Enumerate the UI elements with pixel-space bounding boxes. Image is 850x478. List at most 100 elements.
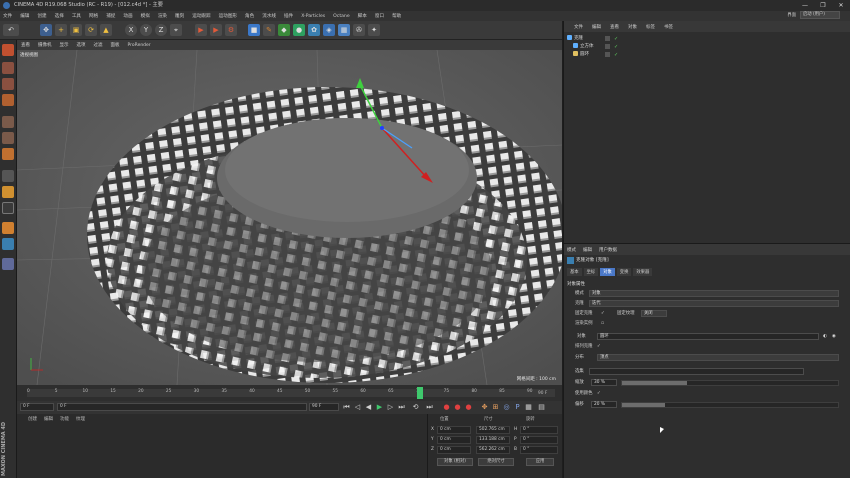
y-axis-icon[interactable]: Y bbox=[140, 24, 152, 36]
menu-item-19[interactable]: 窗口 bbox=[375, 13, 384, 19]
step-forward-icon[interactable]: ▷ bbox=[386, 403, 395, 412]
prev-key-icon[interactable]: ◁ bbox=[353, 403, 362, 412]
offset-slider[interactable] bbox=[621, 402, 839, 408]
move-icon[interactable]: + bbox=[55, 24, 67, 36]
object-row[interactable]: 克隆 ✓ bbox=[567, 35, 837, 43]
material-menu-texture[interactable]: 纹理 bbox=[76, 416, 85, 422]
axis-mode-icon[interactable] bbox=[2, 170, 14, 182]
goto-start-icon[interactable]: ⏮ bbox=[342, 403, 351, 412]
scale-value-field[interactable]: 30 % bbox=[591, 379, 617, 386]
key-scale-icon[interactable]: ⊞ bbox=[491, 403, 500, 412]
enabled-check-icon[interactable]: ✓ bbox=[614, 43, 618, 51]
link-target-icon[interactable]: ◉ bbox=[832, 333, 836, 341]
viewport-menu-item-1[interactable]: 摄像机 bbox=[38, 42, 52, 48]
rotation-p-field[interactable]: 0 ° bbox=[520, 436, 558, 444]
menu-item-0[interactable]: 文件 bbox=[3, 13, 12, 19]
tab-effectors[interactable]: 效果器 bbox=[633, 268, 653, 276]
tab-object[interactable]: 对象 bbox=[600, 268, 615, 276]
goto-end-icon[interactable]: ⏭ bbox=[425, 403, 434, 412]
render-picture-viewer-icon[interactable]: ▶ bbox=[210, 24, 222, 36]
end-frame-field[interactable]: 90 F bbox=[309, 403, 339, 411]
size-x-field[interactable]: 502.765 cm bbox=[476, 426, 510, 434]
menu-item-4[interactable]: 工具 bbox=[72, 13, 81, 19]
timeline-window-icon[interactable]: ▤ bbox=[537, 403, 546, 412]
texture-mode-icon[interactable] bbox=[2, 78, 14, 90]
layout-select[interactable]: 启动 (用户) bbox=[800, 11, 840, 19]
minimize-button[interactable]: — bbox=[796, 0, 814, 11]
size-mode-select[interactable]: 绝对尺寸 bbox=[478, 458, 514, 466]
scale-slider[interactable] bbox=[621, 380, 839, 386]
tab-transform[interactable]: 变换 bbox=[616, 268, 632, 276]
autokey-icon[interactable]: ● bbox=[453, 403, 462, 412]
menu-item-7[interactable]: 动画 bbox=[123, 13, 132, 19]
menu-item-11[interactable]: 运动跟踪 bbox=[192, 13, 210, 19]
align-clones-check-icon[interactable]: ✓ bbox=[597, 343, 601, 351]
menu-item-20[interactable]: 帮助 bbox=[392, 13, 401, 19]
attribute-menu-item-1[interactable]: 编辑 bbox=[583, 247, 592, 253]
menu-item-15[interactable]: 插件 bbox=[284, 13, 293, 19]
tab-basic[interactable]: 基本 bbox=[567, 268, 582, 276]
attribute-menu-item-0[interactable]: 模式 bbox=[567, 247, 576, 253]
object-link-field[interactable]: 圆环 bbox=[597, 333, 819, 340]
record-icon[interactable]: ● bbox=[442, 403, 451, 412]
timeline-track[interactable]: 051015202530354045505560657075808590 bbox=[27, 389, 555, 397]
position-z-field[interactable]: 0 cm bbox=[437, 446, 471, 454]
recent-tool-icon[interactable]: ▲ bbox=[100, 24, 112, 36]
menu-item-18[interactable]: 脚本 bbox=[358, 13, 367, 19]
menu-item-1[interactable]: 编辑 bbox=[20, 13, 29, 19]
cloner-icon[interactable]: ✿ bbox=[308, 24, 320, 36]
menu-item-17[interactable]: Octane bbox=[333, 14, 350, 19]
enabled-check-icon[interactable]: ✓ bbox=[614, 35, 618, 43]
menu-item-8[interactable]: 模拟 bbox=[141, 13, 150, 19]
undo-icon[interactable]: ↶ bbox=[3, 24, 19, 36]
deformer-icon[interactable]: ◈ bbox=[323, 24, 335, 36]
spline-pen-icon[interactable]: ✎ bbox=[263, 24, 275, 36]
camera-icon[interactable]: ✇ bbox=[353, 24, 365, 36]
points-mode-icon[interactable] bbox=[2, 116, 14, 128]
cube-icon[interactable]: ■ bbox=[248, 24, 260, 36]
z-axis-icon[interactable]: Z bbox=[155, 24, 167, 36]
render-view-icon[interactable]: ▶ bbox=[195, 24, 207, 36]
fix-texture-select[interactable]: 关闭 bbox=[641, 310, 667, 317]
scale-icon[interactable]: ▣ bbox=[70, 24, 82, 36]
size-y-field[interactable]: 133.188 cm bbox=[476, 436, 510, 444]
viewport-menu-item-2[interactable]: 显示 bbox=[60, 42, 69, 48]
object-menu-item-5[interactable]: 书签 bbox=[664, 24, 673, 30]
step-back-icon[interactable]: ◀ bbox=[364, 403, 373, 412]
key-pla-icon[interactable]: ▦ bbox=[524, 403, 533, 412]
coordinate-mode-select[interactable]: 对象 (相对) bbox=[437, 458, 473, 466]
model-mode-icon[interactable] bbox=[2, 62, 14, 74]
mode-select[interactable]: 对象 bbox=[589, 290, 839, 297]
menu-item-12[interactable]: 运动图形 bbox=[219, 13, 237, 19]
timeline[interactable]: 051015202530354045505560657075808590 90 … bbox=[17, 385, 562, 401]
play-icon[interactable]: ▶ bbox=[375, 403, 384, 412]
loop-icon[interactable]: ⟲ bbox=[411, 403, 420, 412]
timeline-playhead[interactable] bbox=[417, 387, 423, 399]
position-x-field[interactable]: 0 cm bbox=[437, 426, 471, 434]
menu-item-13[interactable]: 角色 bbox=[245, 13, 254, 19]
enabled-check-icon[interactable]: ✓ bbox=[614, 51, 618, 59]
close-button[interactable]: ✕ bbox=[832, 0, 850, 11]
polygons-mode-icon[interactable] bbox=[2, 148, 14, 160]
viewport-menu-item-4[interactable]: 过滤 bbox=[94, 42, 103, 48]
render-settings-icon[interactable]: ⚙ bbox=[225, 24, 237, 36]
tweak-mode-icon[interactable] bbox=[2, 186, 14, 198]
link-arrow-icon[interactable]: ◐ bbox=[823, 333, 827, 341]
rotation-h-field[interactable]: 0 ° bbox=[520, 426, 558, 434]
generator-icon[interactable]: ● bbox=[293, 24, 305, 36]
tab-coord[interactable]: 坐标 bbox=[583, 268, 599, 276]
offset-value-field[interactable]: 20 % bbox=[591, 401, 617, 408]
viewport-menu-item-3[interactable]: 选项 bbox=[77, 42, 86, 48]
rotate-icon[interactable]: ⟳ bbox=[85, 24, 97, 36]
menu-item-16[interactable]: X-Particles bbox=[301, 14, 325, 19]
3d-viewport[interactable]: 透视视图 网格间距 : 100 cm bbox=[17, 50, 562, 385]
render-instances-checkbox[interactable]: ▫ bbox=[601, 320, 604, 328]
rotation-b-field[interactable]: 0 ° bbox=[520, 446, 558, 454]
object-row[interactable]: 立方体 ✓ bbox=[567, 43, 837, 51]
attribute-menu-item-2[interactable]: 用户数据 bbox=[599, 247, 617, 253]
viewport-menu-item-5[interactable]: 面板 bbox=[111, 42, 120, 48]
menu-item-5[interactable]: 网格 bbox=[89, 13, 98, 19]
viewport-menu-item-0[interactable]: 查看 bbox=[21, 42, 30, 48]
start-frame-field[interactable]: 0 F bbox=[20, 403, 54, 411]
key-rotation-icon[interactable]: ◎ bbox=[502, 403, 511, 412]
